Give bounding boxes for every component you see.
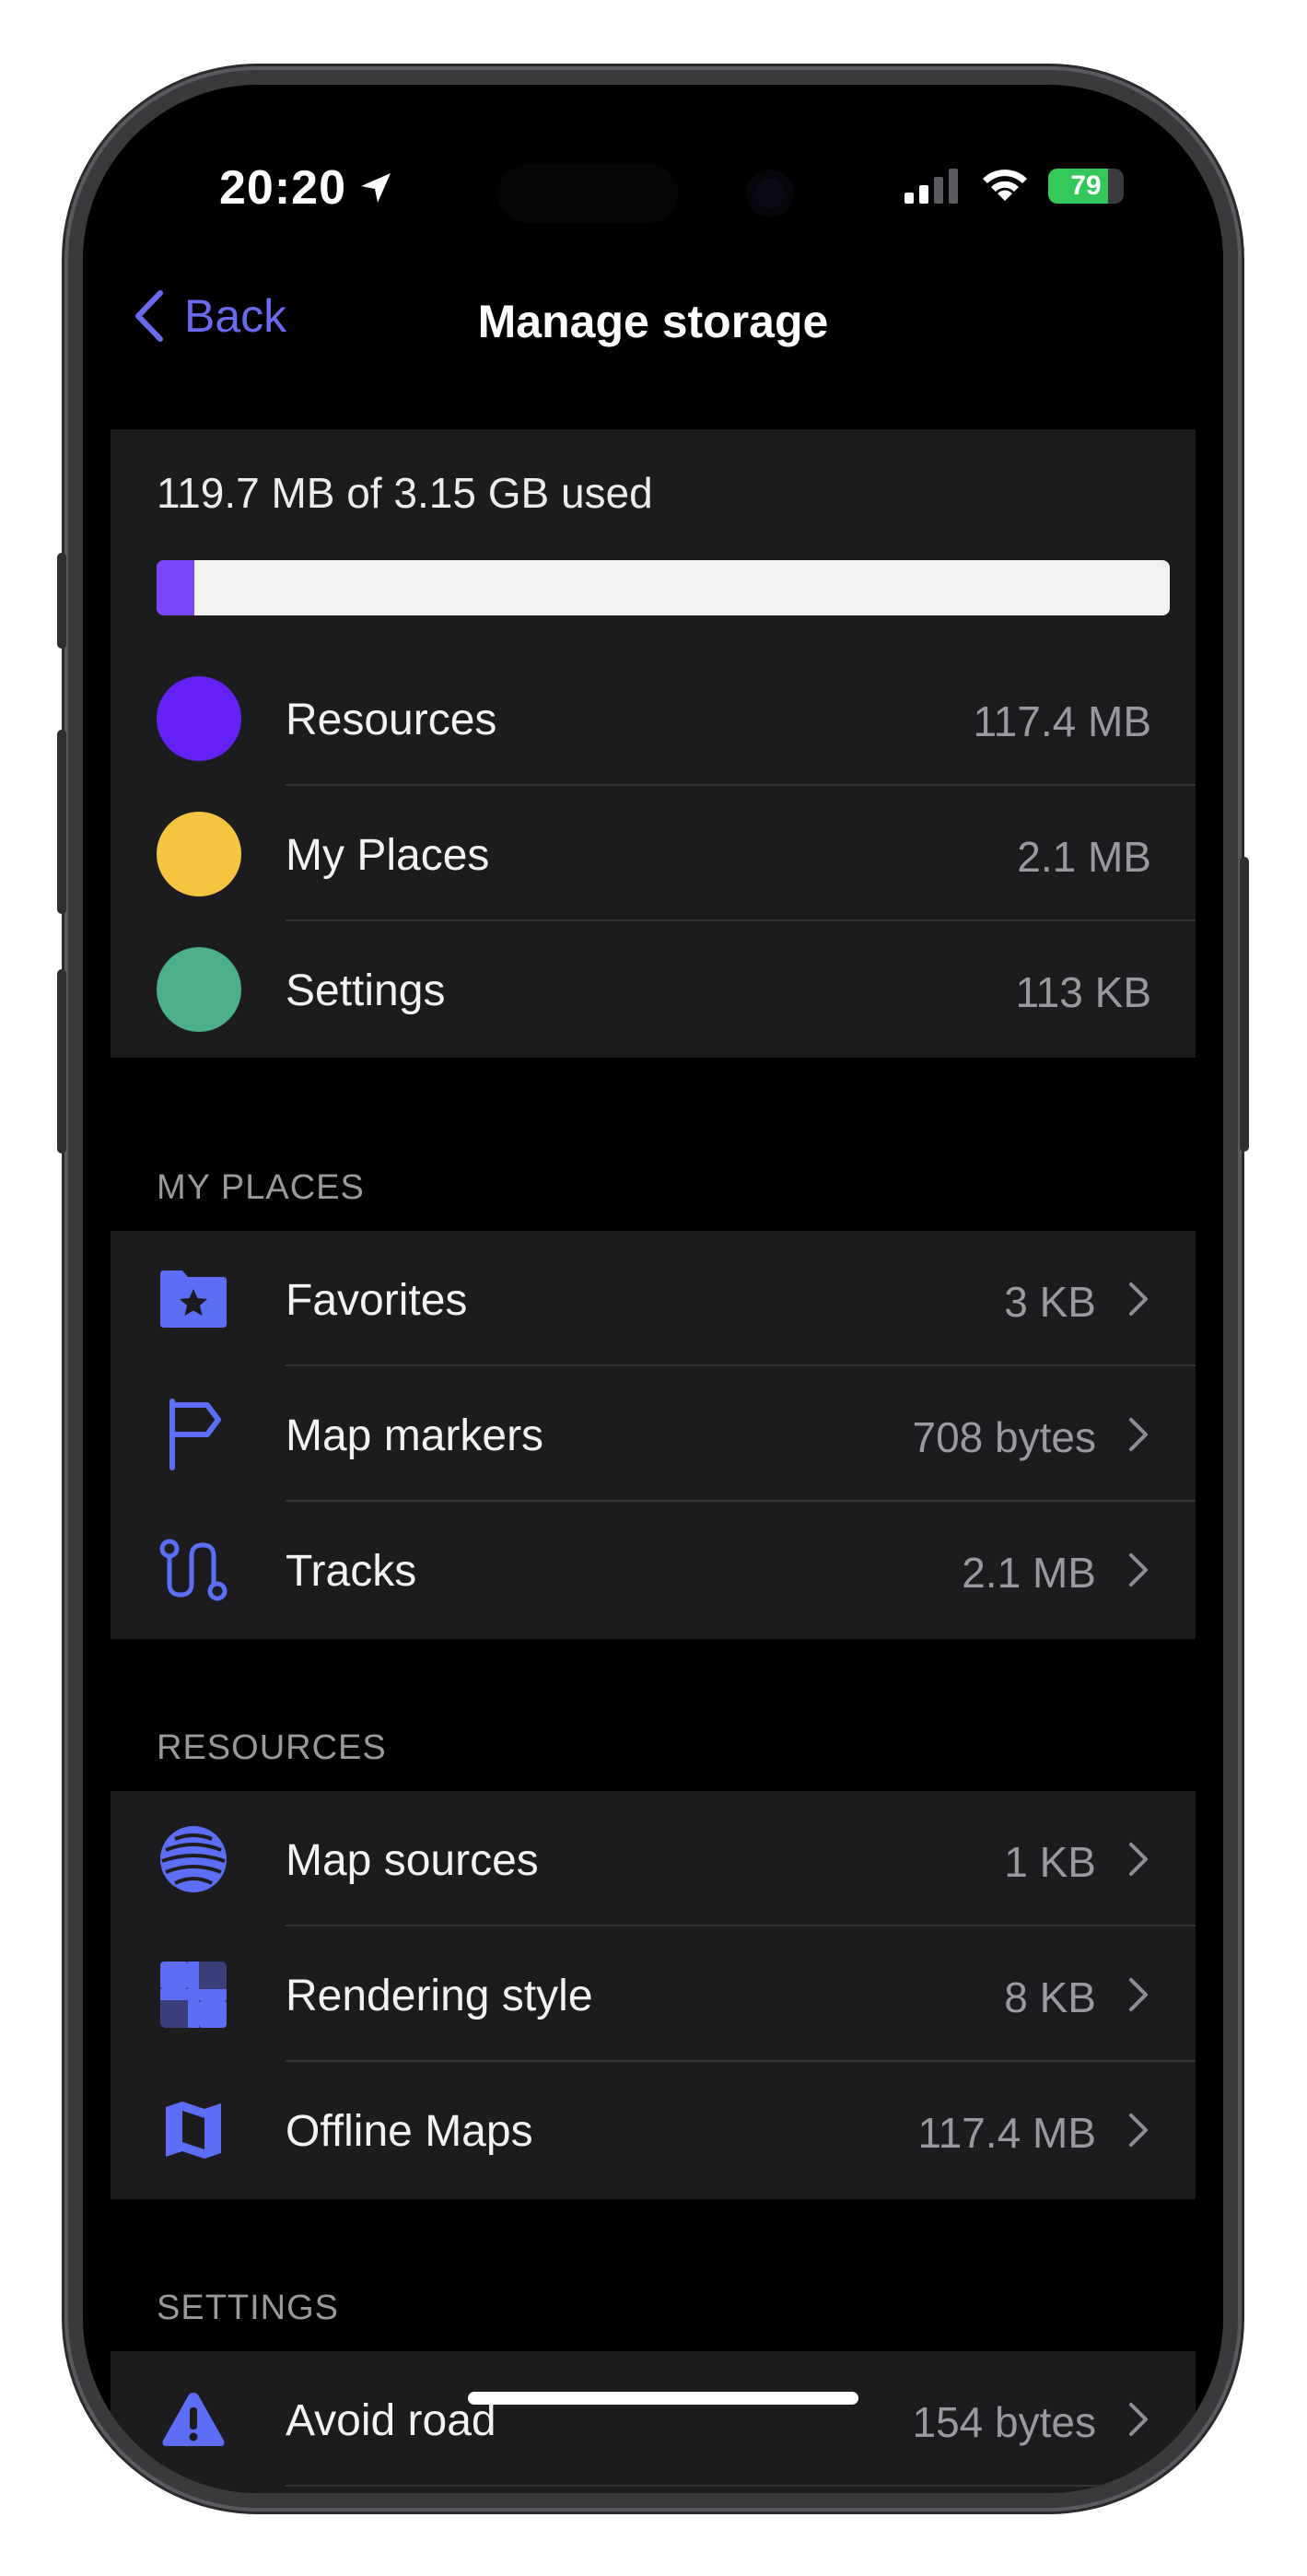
usage-label: My Places <box>286 831 490 880</box>
chevron-right-icon <box>1129 1282 1148 1316</box>
my-places-color-dot <box>157 812 241 896</box>
section-header-resources: RESOURCES <box>157 1728 387 1767</box>
screen: 20:20 79 Back Manage storage 119.7 MB of… <box>83 85 1223 2493</box>
my-places-list: Favorites 3 KB Map markers 708 bytes Tra… <box>111 1231 1196 1639</box>
chevron-right-icon <box>1129 1978 1148 2011</box>
section-header-my-places: MY PLACES <box>157 1168 365 1207</box>
chevron-right-icon <box>1129 1553 1148 1587</box>
section-header-settings: SETTINGS <box>157 2289 340 2327</box>
list-item-label: Offline Maps <box>286 2107 533 2156</box>
storage-usage-card: 119.7 MB of 3.15 GB used Resources 117.4… <box>111 429 1196 1058</box>
flag-icon <box>157 1398 230 1471</box>
folder-star-icon <box>157 1262 230 1336</box>
storage-usage-fill <box>157 560 194 615</box>
volume-up-button <box>57 730 66 914</box>
status-time: 20:20 <box>219 160 394 216</box>
list-item-label: Map sources <box>286 1836 539 1885</box>
status-time-text: 20:20 <box>219 161 346 215</box>
warning-icon <box>157 2383 230 2456</box>
list-item-value: 3 KB <box>1004 1278 1096 1326</box>
globe-layers-icon <box>157 1822 230 1896</box>
grid-style-icon <box>157 1958 230 2032</box>
usage-value: 113 KB <box>1015 968 1151 1016</box>
chevron-right-icon <box>1129 1843 1148 1876</box>
usage-row-my-places: My Places 2.1 MB <box>111 786 1196 921</box>
usage-value: 2.1 MB <box>1017 833 1151 881</box>
volume-down-button <box>57 969 66 1153</box>
list-item-value: 8 KB <box>1004 1973 1096 2021</box>
page-title: Manage storage <box>477 296 829 347</box>
list-item-label: Rendering style <box>286 1972 593 2020</box>
list-item-offline-maps[interactable]: Offline Maps 117.4 MB <box>111 2062 1196 2197</box>
resources-color-dot <box>157 676 241 761</box>
list-item-rendering-style[interactable]: Rendering style 8 KB <box>111 1926 1196 2062</box>
list-item-label: Avoid road <box>286 2396 496 2445</box>
list-item-label: Tracks <box>286 1547 417 1596</box>
chevron-right-icon <box>1129 2113 1148 2147</box>
list-item-favorites[interactable]: Favorites 3 KB <box>111 1231 1196 1366</box>
action-button <box>57 553 66 649</box>
usage-row-settings: Settings 113 KB <box>111 921 1196 1057</box>
dynamic-island <box>497 164 678 223</box>
list-item-label: Favorites <box>286 1276 468 1325</box>
map-icon <box>157 2093 230 2167</box>
chevron-right-icon <box>1129 2403 1148 2436</box>
list-item-label: Map markers <box>286 1411 544 1460</box>
battery-percent: 79 <box>1070 170 1102 201</box>
location-arrow-icon <box>361 173 391 203</box>
settings-list: Avoid road 154 bytes <box>111 2351 1196 2493</box>
wifi-icon <box>983 170 1027 201</box>
usage-label: Resources <box>286 696 497 744</box>
list-item-value: 154 bytes <box>912 2398 1096 2446</box>
usage-row-resources: Resources 117.4 MB <box>111 650 1196 786</box>
power-button <box>1240 857 1249 1152</box>
list-item-value: 708 bytes <box>912 1413 1096 1461</box>
list-item-value: 1 KB <box>1004 1838 1096 1886</box>
storage-summary: 119.7 MB of 3.15 GB used <box>157 469 653 517</box>
status-icons: 79 <box>904 168 1124 205</box>
list-item-avoid-road[interactable]: Avoid road 154 bytes <box>111 2351 1196 2487</box>
list-item-map-sources[interactable]: Map sources 1 KB <box>111 1791 1196 1926</box>
route-icon <box>157 1533 230 1607</box>
resources-list: Map sources 1 KB Rendering style 8 KB Of… <box>111 1791 1196 2199</box>
list-item-value: 2.1 MB <box>962 1549 1096 1597</box>
list-item-map-markers[interactable]: Map markers 708 bytes <box>111 1366 1196 1502</box>
usage-value: 117.4 MB <box>973 697 1151 745</box>
settings-color-dot <box>157 947 241 1032</box>
list-item-tracks[interactable]: Tracks 2.1 MB <box>111 1502 1196 1637</box>
chevron-right-icon <box>1129 1418 1148 1451</box>
navigation-bar: Back Manage storage <box>83 269 1223 361</box>
usage-label: Settings <box>286 966 446 1015</box>
home-indicator[interactable] <box>468 2392 858 2405</box>
battery-indicator: 79 <box>1048 169 1124 204</box>
front-camera <box>746 170 794 217</box>
divider <box>286 2485 1196 2487</box>
cellular-signal-icon <box>904 169 958 204</box>
storage-usage-bar <box>157 560 1170 615</box>
list-item-value: 117.4 MB <box>917 2109 1096 2157</box>
